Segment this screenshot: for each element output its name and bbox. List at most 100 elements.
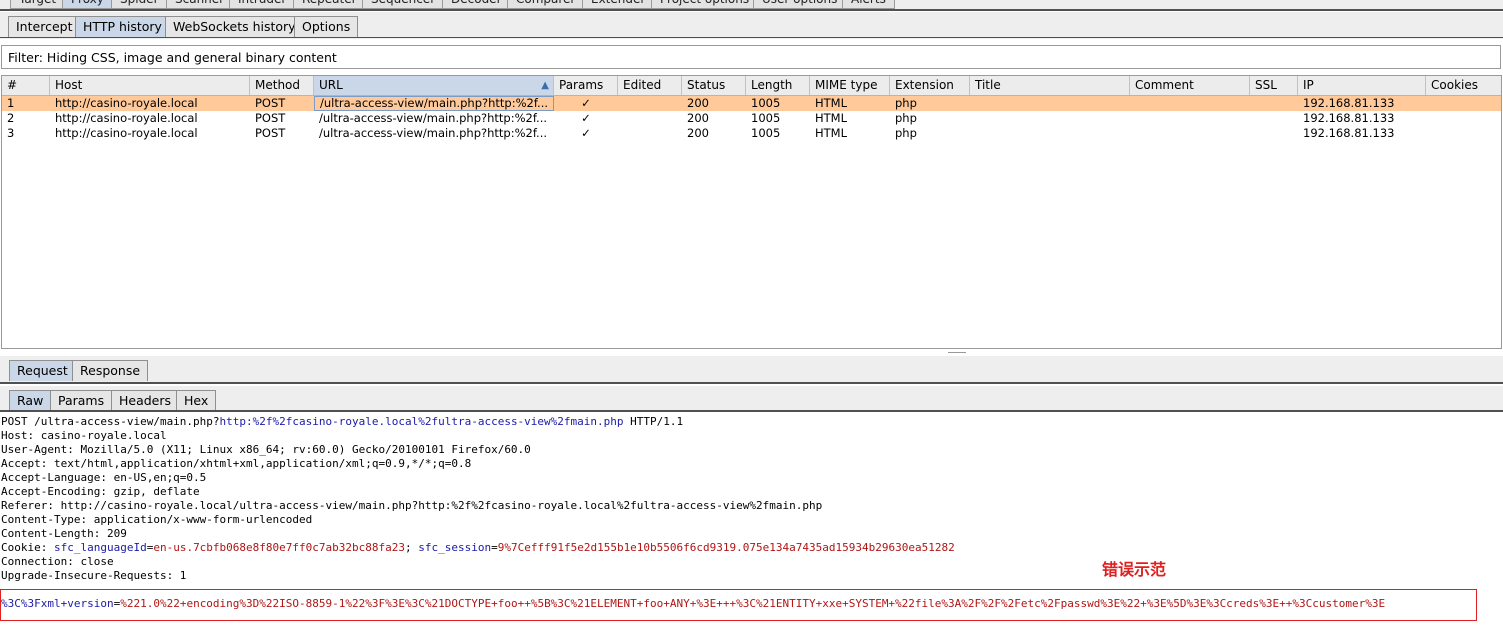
- proxy-subtab-strip: Intercept HTTP history WebSockets histor…: [0, 12, 1503, 39]
- col-header-params[interactable]: Params: [554, 76, 618, 95]
- filter-bar[interactable]: Filter: Hiding CSS, image and general bi…: [1, 45, 1501, 69]
- tab-hex[interactable]: Hex: [176, 390, 217, 411]
- cell-num: 1: [7, 96, 15, 110]
- col-header-mime-type[interactable]: MIME type: [810, 76, 890, 95]
- cell-comment: [1130, 111, 1250, 126]
- header-content-type: Content-Type: application/x-www-form-url…: [1, 513, 313, 526]
- cell-length: 1005: [751, 111, 781, 125]
- cell-edited: [618, 96, 682, 111]
- tab-user-options[interactable]: User options: [753, 0, 847, 9]
- tab-params[interactable]: Params: [50, 390, 113, 411]
- header-cookie: Cookie: sfc_languageId=en-us.7cbfb068e8f…: [1, 541, 955, 554]
- request-line: POST /ultra-access-view/main.php?http:%2…: [1, 415, 683, 429]
- request-line-query: http:%2f%2fcasino-royale.local%2fultra-a…: [219, 415, 624, 428]
- raw-tabs-divider: [0, 410, 1503, 412]
- cell-params-check: ✓: [581, 111, 591, 125]
- col-header-ip[interactable]: IP: [1298, 76, 1426, 95]
- col-header-host[interactable]: Host: [50, 76, 250, 95]
- cell-ip: 192.168.81.133: [1303, 126, 1395, 140]
- cell-method: POST: [255, 96, 286, 110]
- tab-target[interactable]: Target: [10, 0, 66, 9]
- tab-http-history[interactable]: HTTP history: [75, 16, 170, 37]
- table-header: # Host Method URL ▲ Params Edited Status…: [2, 76, 1501, 96]
- tab-intercept[interactable]: Intercept: [8, 16, 81, 37]
- tab-extender[interactable]: Extender: [582, 0, 655, 9]
- cell-params-check: ✓: [581, 96, 591, 110]
- cell-ip: 192.168.81.133: [1303, 111, 1395, 125]
- header-connection: Connection: close: [1, 555, 114, 568]
- tab-alerts[interactable]: Alerts: [842, 0, 895, 9]
- tab-decoder[interactable]: Decoder: [442, 0, 511, 9]
- cell-ssl: [1250, 126, 1298, 141]
- cell-ip: 192.168.81.133: [1303, 96, 1395, 110]
- cookie-separator: ;: [405, 541, 419, 554]
- cell-cookies: [1426, 126, 1501, 141]
- cell-method: POST: [255, 111, 286, 125]
- cell-comment: [1130, 96, 1250, 111]
- request-line-protocol: HTTP/1.1: [623, 415, 684, 428]
- cell-method: POST: [255, 126, 286, 140]
- cell-host: http://casino-royale.local: [55, 126, 198, 140]
- col-header-edited[interactable]: Edited: [618, 76, 682, 95]
- col-header-url[interactable]: URL ▲: [314, 76, 554, 95]
- tab-proxy[interactable]: Proxy: [62, 0, 113, 9]
- cell-extension: php: [895, 126, 917, 140]
- col-header-title[interactable]: Title: [970, 76, 1130, 95]
- cell-mime-type: HTML: [815, 111, 848, 125]
- table-row[interactable]: 3 http://casino-royale.local POST /ultra…: [2, 126, 1501, 141]
- cell-title: [970, 111, 1130, 126]
- cell-title: [970, 96, 1130, 111]
- request-tabs-divider: [0, 382, 1503, 384]
- cell-edited: [618, 111, 682, 126]
- col-header-ssl[interactable]: SSL: [1250, 76, 1298, 95]
- tab-request[interactable]: Request: [9, 360, 76, 381]
- cookie-language-value: en-us.7cbfb068e8f80e7ff0c7ab32bc88fa23: [153, 541, 405, 554]
- message-view-tab-strip: Raw Params Headers Hex: [0, 386, 1503, 411]
- header-accept-encoding: Accept-Encoding: gzip, deflate: [1, 485, 200, 498]
- table-row[interactable]: 2 http://casino-royale.local POST /ultra…: [2, 111, 1501, 126]
- col-header-status[interactable]: Status: [682, 76, 746, 95]
- cell-extension: php: [895, 96, 917, 110]
- cell-num: 3: [7, 126, 15, 140]
- col-header-cookies[interactable]: Cookies: [1426, 76, 1501, 95]
- cell-status: 200: [687, 96, 709, 110]
- tab-spider[interactable]: Spider: [111, 0, 168, 9]
- cookie-language-name: sfc_languageId: [53, 541, 147, 554]
- top-tab-strip: Target Proxy Spider Scanner Intruder Rep…: [0, 0, 1503, 9]
- cell-url: /ultra-access-view/main.php?http:%2f...: [314, 96, 554, 111]
- tab-scanner[interactable]: Scanner: [166, 0, 234, 9]
- table-row[interactable]: 1 http://casino-royale.local POST /ultra…: [2, 96, 1501, 111]
- tab-options[interactable]: Options: [294, 16, 359, 37]
- cell-length: 1005: [751, 126, 781, 140]
- cell-title: [970, 126, 1130, 141]
- cell-status: 200: [687, 111, 709, 125]
- cell-mime-type: HTML: [815, 126, 848, 140]
- cell-url: /ultra-access-view/main.php?http:%2f...: [319, 111, 548, 125]
- header-upgrade-insecure-requests: Upgrade-Insecure-Requests: 1: [1, 569, 187, 582]
- cell-extension: php: [895, 111, 917, 125]
- col-header-length[interactable]: Length: [746, 76, 810, 95]
- tab-raw[interactable]: Raw: [9, 390, 52, 411]
- cell-cookies: [1426, 111, 1501, 126]
- tab-comparer[interactable]: Comparer: [507, 0, 585, 9]
- tab-project-options[interactable]: Project options: [651, 0, 759, 9]
- request-line-method-path: POST /ultra-access-view/main.php?: [1, 415, 220, 428]
- col-header-comment[interactable]: Comment: [1130, 76, 1250, 95]
- cell-host: http://casino-royale.local: [55, 96, 198, 110]
- col-header-extension[interactable]: Extension: [890, 76, 970, 95]
- header-content-length: Content-Length: 209: [1, 527, 127, 540]
- tab-repeater[interactable]: Repeater: [293, 0, 366, 9]
- cell-length: 1005: [751, 96, 781, 110]
- tab-sequencer[interactable]: Sequencer: [362, 0, 445, 9]
- tab-websockets-history[interactable]: WebSockets history: [165, 16, 304, 37]
- cookie-session-name: sfc_session: [418, 541, 492, 554]
- col-header-method[interactable]: Method: [250, 76, 314, 95]
- cell-host: http://casino-royale.local: [55, 111, 198, 125]
- tab-intruder[interactable]: Intruder: [229, 0, 296, 9]
- col-header-num[interactable]: #: [2, 76, 50, 95]
- sort-ascending-icon: ▲: [541, 80, 549, 91]
- tab-response[interactable]: Response: [72, 360, 149, 381]
- cell-ssl: [1250, 96, 1298, 111]
- tab-headers[interactable]: Headers: [111, 390, 180, 411]
- cookie-session-value: 9%7Cefff91f5e2d155b1e10b5506f6cd9319.075…: [497, 541, 955, 554]
